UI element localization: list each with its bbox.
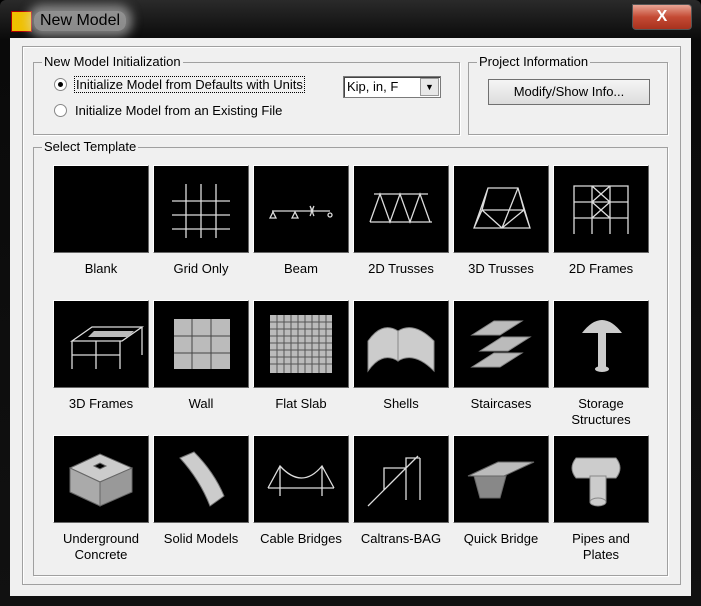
template-label: Blank [84, 261, 118, 276]
beam-thumbnail-icon[interactable] [253, 165, 349, 253]
cable-thumbnail-icon[interactable] [253, 435, 349, 523]
group-legend: New Model Initialization [42, 54, 183, 69]
radio-button[interactable] [54, 104, 67, 117]
template-label: Grid Only [173, 261, 229, 276]
underground-thumbnail-icon[interactable] [53, 435, 149, 523]
group-legend: Project Information [477, 54, 591, 69]
stairs-thumbnail-icon[interactable] [453, 300, 549, 388]
grid-thumbnail-icon[interactable] [153, 165, 249, 253]
solid-thumbnail-icon[interactable] [153, 435, 249, 523]
template-label: Solid Models [163, 531, 239, 546]
template-label: Underground Concrete [63, 531, 139, 562]
template-grid[interactable]: Grid Only [153, 165, 249, 277]
radio-button[interactable] [54, 78, 67, 91]
template-pipes[interactable]: Pipes and Plates [553, 435, 649, 563]
template-blank[interactable]: Blank [53, 165, 149, 277]
template-label: 3D Frames [68, 396, 134, 411]
radio-defaults[interactable]: Initialize Model from Defaults with Unit… [54, 76, 305, 93]
template-shells[interactable]: Shells [353, 300, 449, 412]
template-label: Quick Bridge [463, 531, 539, 546]
template-caltrans[interactable]: Caltrans-BAG [353, 435, 449, 547]
select-template-group: Select Template Blank Grid Only Beam 2D Tru… [33, 139, 668, 576]
template-label: Beam [284, 261, 318, 276]
app-icon [11, 11, 32, 32]
wall-thumbnail-icon[interactable] [153, 300, 249, 388]
radio-label: Initialize Model from Defaults with Unit… [74, 76, 305, 93]
blank-thumbnail-icon[interactable] [53, 165, 149, 253]
template-wall[interactable]: Wall [153, 300, 249, 412]
window-title: New Model [34, 11, 127, 31]
template-cable[interactable]: Cable Bridges [253, 435, 349, 547]
template-solid[interactable]: Solid Models [153, 435, 249, 547]
template-stairs[interactable]: Staircases [453, 300, 549, 412]
template-label: 3D Trusses [468, 261, 534, 276]
template-label: Flat Slab [275, 396, 327, 411]
group-legend: Select Template [42, 139, 139, 154]
slab-thumbnail-icon[interactable] [253, 300, 349, 388]
frame2d-thumbnail-icon[interactable] [553, 165, 649, 253]
chevron-down-icon[interactable]: ▼ [420, 78, 439, 96]
template-label: Caltrans-BAG [360, 531, 442, 546]
template-label: Cable Bridges [260, 531, 342, 546]
modify-show-info-button[interactable]: Modify/Show Info... [488, 79, 650, 105]
new-model-window: New Model X New Model Initialization Ini… [0, 0, 701, 606]
project-information-group: Project Information Modify/Show Info... [468, 54, 668, 135]
template-beam[interactable]: Beam [253, 165, 349, 277]
template-bridge[interactable]: Quick Bridge [453, 435, 549, 547]
template-label: 2D Trusses [368, 261, 434, 276]
template-truss2d[interactable]: 2D Trusses [353, 165, 449, 277]
radio-label: Initialize Model from an Existing File [75, 103, 283, 118]
template-label: Shells [383, 396, 419, 411]
template-label: Staircases [470, 396, 532, 411]
caltrans-thumbnail-icon[interactable] [353, 435, 449, 523]
template-label: Storage Structures [571, 396, 631, 427]
units-value: Kip, in, F [347, 79, 399, 94]
radio-existing-file[interactable]: Initialize Model from an Existing File [54, 103, 282, 118]
template-frame2d[interactable]: 2D Frames [553, 165, 649, 277]
bridge-thumbnail-icon[interactable] [453, 435, 549, 523]
template-slab[interactable]: Flat Slab [253, 300, 349, 412]
template-frame3d[interactable]: 3D Frames [53, 300, 149, 412]
template-truss3d[interactable]: 3D Trusses [453, 165, 549, 277]
template-label: Wall [188, 396, 214, 411]
units-dropdown[interactable]: Kip, in, F ▼ [343, 76, 441, 98]
template-underground[interactable]: Underground Concrete [53, 435, 149, 563]
template-storage[interactable]: Storage Structures [553, 300, 649, 428]
close-button[interactable]: X [632, 4, 692, 30]
dialog-body: New Model Initialization Initialize Mode… [10, 38, 691, 596]
truss3d-thumbnail-icon[interactable] [453, 165, 549, 253]
template-label: Pipes and Plates [572, 531, 630, 562]
template-label: 2D Frames [568, 261, 634, 276]
shells-thumbnail-icon[interactable] [353, 300, 449, 388]
truss2d-thumbnail-icon[interactable] [353, 165, 449, 253]
new-model-initialization-group: New Model Initialization Initialize Mode… [33, 54, 460, 135]
frame3d-thumbnail-icon[interactable] [53, 300, 149, 388]
pipes-thumbnail-icon[interactable] [553, 435, 649, 523]
storage-thumbnail-icon[interactable] [553, 300, 649, 388]
